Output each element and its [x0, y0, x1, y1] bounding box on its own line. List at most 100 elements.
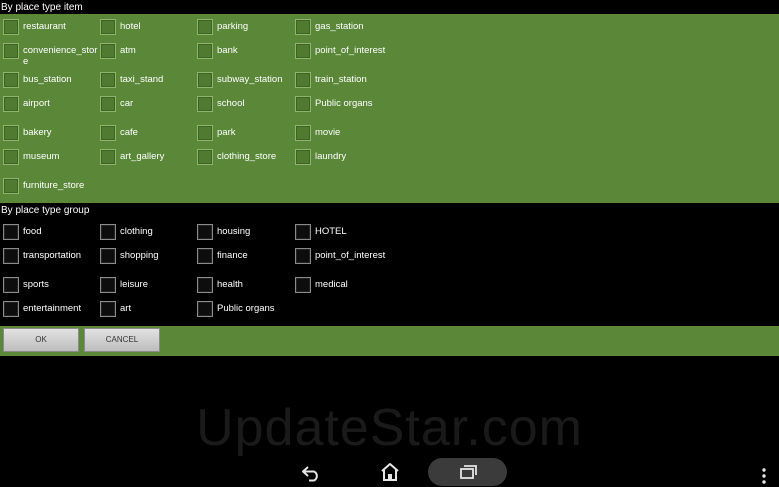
checkbox-box[interactable]: [197, 224, 213, 240]
checkbox-box[interactable]: [100, 248, 116, 264]
checkbox-box[interactable]: [197, 96, 213, 112]
place-type-checkbox-convenience-store[interactable]: convenience_store: [1, 43, 98, 67]
place-type-checkbox-clothing-store[interactable]: clothing_store: [195, 149, 292, 169]
checkbox-box[interactable]: [197, 149, 213, 165]
place-type-checkbox-hotel[interactable]: hotel: [98, 19, 195, 39]
checkbox-box[interactable]: [295, 19, 311, 35]
checkbox-box[interactable]: [100, 72, 116, 88]
checkbox-box[interactable]: [3, 72, 19, 88]
place-type-checkbox-atm[interactable]: atm: [98, 43, 195, 63]
checkbox-box[interactable]: [3, 178, 19, 194]
checkbox-box[interactable]: [100, 149, 116, 165]
place-type-checkbox-school[interactable]: school: [195, 96, 292, 116]
place-group-checkbox-finance[interactable]: finance: [195, 248, 292, 268]
checkbox-box[interactable]: [3, 248, 19, 264]
place-type-checkbox-train-station[interactable]: train_station: [293, 72, 390, 92]
place-group-checkbox-sports[interactable]: sports: [1, 277, 98, 297]
place-type-checkbox-bank[interactable]: bank: [195, 43, 292, 63]
checkbox-box[interactable]: [295, 96, 311, 112]
place-type-checkbox-laundry[interactable]: laundry: [293, 149, 390, 169]
checkbox-label: car: [120, 98, 134, 109]
place-type-checkbox-bakery[interactable]: bakery: [1, 125, 98, 145]
recent-apps-icon[interactable]: [428, 458, 507, 486]
place-type-checkbox-art-gallery[interactable]: art_gallery: [98, 149, 195, 169]
place-type-checkbox-bus-station[interactable]: bus_station: [1, 72, 98, 92]
checkbox-box[interactable]: [197, 19, 213, 35]
checkbox-box[interactable]: [3, 224, 19, 240]
place-type-checkbox-cafe[interactable]: cafe: [98, 125, 195, 145]
system-navigation-bar: [0, 445, 779, 487]
checkbox-box[interactable]: [100, 224, 116, 240]
checkbox-box[interactable]: [100, 277, 116, 293]
checkbox-box[interactable]: [197, 43, 213, 59]
checkbox-box[interactable]: [100, 125, 116, 141]
checkbox-label: point_of_interest: [315, 250, 386, 261]
place-type-checkbox-taxi-stand[interactable]: taxi_stand: [98, 72, 195, 92]
place-group-checkbox-clothing[interactable]: clothing: [98, 224, 195, 244]
place-type-checkbox-museum[interactable]: museum: [1, 149, 98, 169]
ok-button[interactable]: OK: [3, 328, 79, 352]
home-icon[interactable]: [378, 462, 402, 482]
checkbox-box[interactable]: [100, 19, 116, 35]
checkbox-box[interactable]: [100, 96, 116, 112]
checkbox-box[interactable]: [295, 125, 311, 141]
checkbox-box[interactable]: [197, 72, 213, 88]
place-group-checkbox-health[interactable]: health: [195, 277, 292, 297]
place-type-checkbox-gas-station[interactable]: gas_station: [293, 19, 390, 39]
checkbox-box[interactable]: [3, 301, 19, 317]
button-bar: OK CANCEL: [0, 326, 779, 356]
place-group-checkbox-transportation[interactable]: transportation: [1, 248, 98, 268]
place-group-checkbox-medical[interactable]: medical: [293, 277, 390, 297]
place-group-checkbox-art[interactable]: art: [98, 301, 195, 321]
checkbox-label: airport: [23, 98, 50, 109]
place-group-checkbox-public-organs[interactable]: Public organs: [195, 301, 292, 321]
place-group-checkbox-food[interactable]: food: [1, 224, 98, 244]
checkbox-box[interactable]: [295, 149, 311, 165]
checkbox-box[interactable]: [3, 277, 19, 293]
place-group-checkbox-entertainment[interactable]: entertainment: [1, 301, 98, 321]
cancel-button[interactable]: CANCEL: [84, 328, 160, 352]
checkbox-label: convenience_store: [23, 45, 98, 67]
place-group-checkbox-leisure[interactable]: leisure: [98, 277, 195, 297]
place-type-checkbox-car[interactable]: car: [98, 96, 195, 116]
place-type-checkbox-furniture-store[interactable]: furniture_store: [1, 178, 98, 198]
place-type-checkbox-restaurant[interactable]: restaurant: [1, 19, 98, 39]
checkbox-box[interactable]: [3, 125, 19, 141]
place-group-checkbox-shopping[interactable]: shopping: [98, 248, 195, 268]
checkbox-label: bakery: [23, 127, 52, 138]
checkbox-label: clothing_store: [217, 151, 277, 162]
place-group-checkbox-hotel[interactable]: HOTEL: [293, 224, 390, 244]
checkbox-label: housing: [217, 226, 251, 237]
checkbox-box[interactable]: [3, 149, 19, 165]
checkbox-box[interactable]: [197, 248, 213, 264]
place-group-checkbox-point-of-interest[interactable]: point_of_interest: [293, 248, 390, 268]
place-group-checkbox-housing[interactable]: housing: [195, 224, 292, 244]
checkbox-box[interactable]: [197, 301, 213, 317]
checkbox-label: bus_station: [23, 74, 72, 85]
checkbox-box[interactable]: [100, 301, 116, 317]
checkbox-box[interactable]: [295, 224, 311, 240]
checkbox-label: finance: [217, 250, 248, 261]
overflow-menu-icon[interactable]: [758, 466, 770, 486]
place-type-checkbox-subway-station[interactable]: subway_station: [195, 72, 292, 92]
place-type-checkbox-airport[interactable]: airport: [1, 96, 98, 116]
checkbox-box[interactable]: [3, 43, 19, 59]
checkbox-box[interactable]: [100, 43, 116, 59]
checkbox-box[interactable]: [295, 43, 311, 59]
checkbox-box[interactable]: [197, 277, 213, 293]
checkbox-box[interactable]: [295, 277, 311, 293]
place-type-checkbox-point-of-interest[interactable]: point_of_interest: [293, 43, 390, 63]
checkbox-label: sports: [23, 279, 49, 290]
checkbox-label: medical: [315, 279, 348, 290]
checkbox-box[interactable]: [295, 72, 311, 88]
place-type-checkbox-park[interactable]: park: [195, 125, 292, 145]
back-icon[interactable]: [300, 464, 324, 482]
checkbox-box[interactable]: [197, 125, 213, 141]
place-type-checkbox-parking[interactable]: parking: [195, 19, 292, 39]
checkbox-box[interactable]: [295, 248, 311, 264]
checkbox-label: HOTEL: [315, 226, 347, 237]
checkbox-box[interactable]: [3, 96, 19, 112]
checkbox-box[interactable]: [3, 19, 19, 35]
place-type-checkbox-movie[interactable]: movie: [293, 125, 390, 145]
place-type-checkbox-public-organs[interactable]: Public organs: [293, 96, 390, 116]
